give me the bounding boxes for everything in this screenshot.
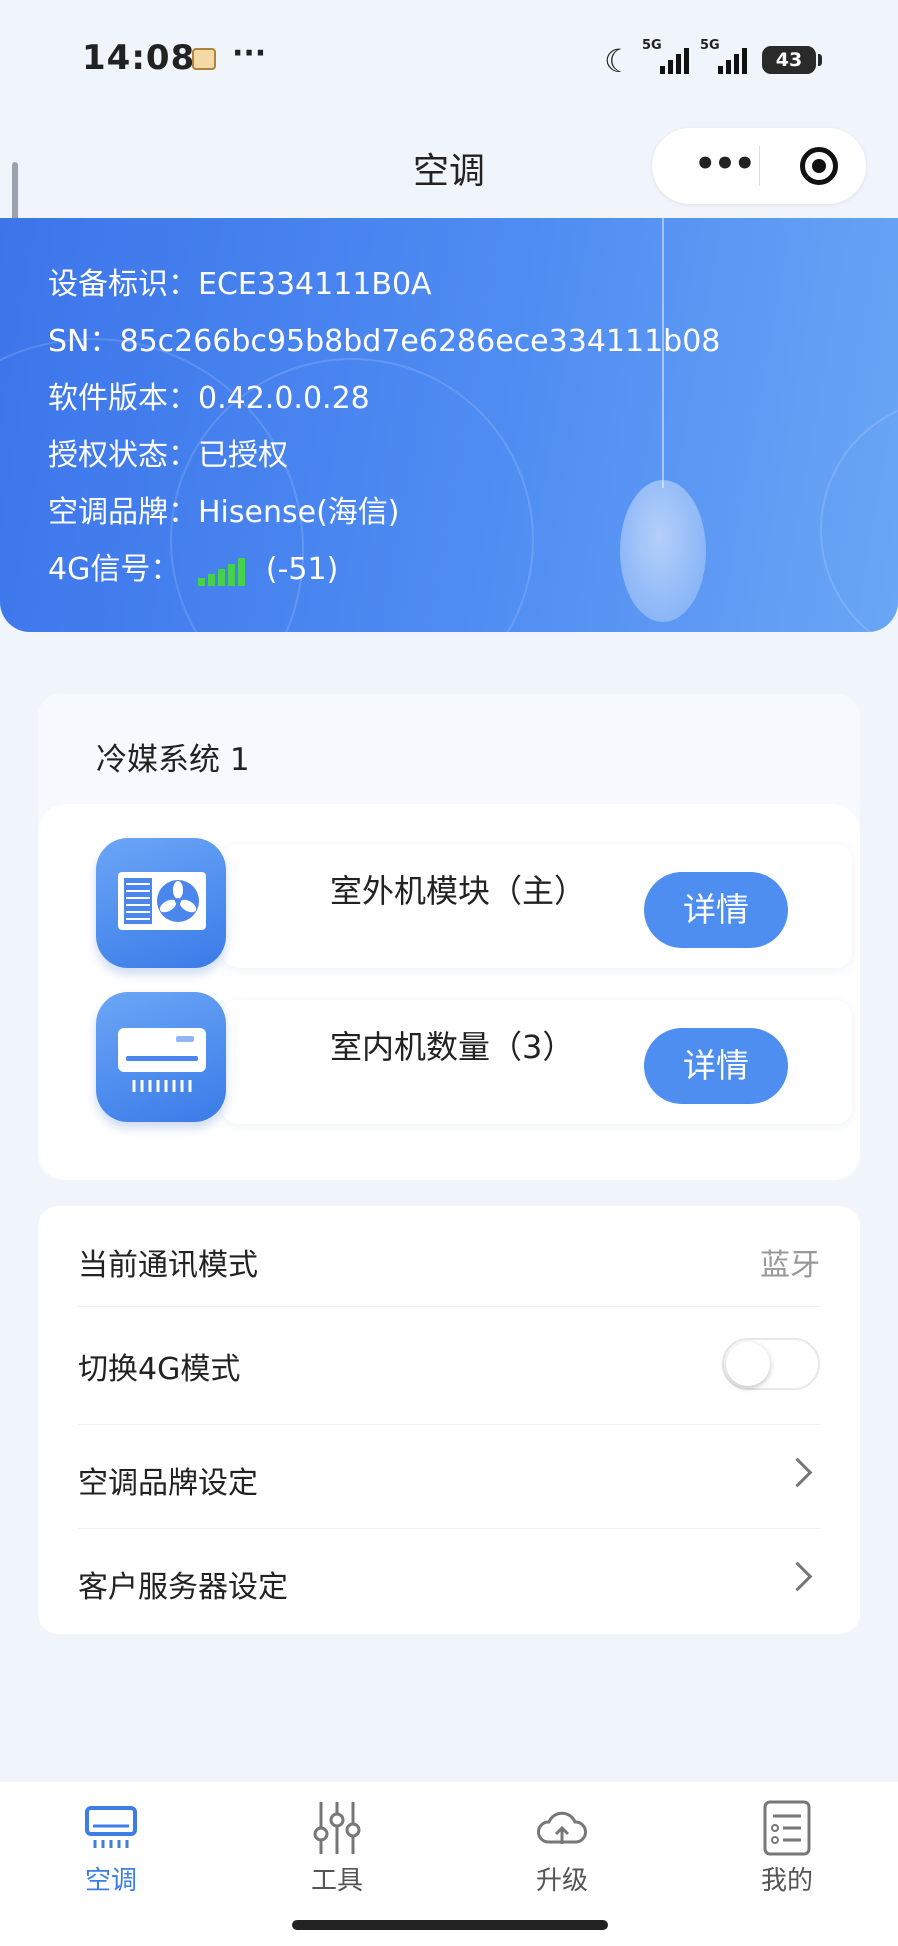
outdoor-unit-label: 室外机模块（主） — [330, 872, 587, 910]
tab-tools[interactable]: 工具 — [277, 1800, 397, 1897]
info-row-device-id: 设备标识：ECE334111B0A — [48, 267, 432, 302]
signal-strength-icon — [197, 556, 254, 586]
info-row-software-version: 软件版本：0.42.0.0.28 — [48, 381, 370, 416]
divider — [78, 1424, 820, 1425]
cellular-signal-icon: 5G — [642, 38, 692, 76]
info-row-auth-status: 授权状态：已授权 — [48, 438, 288, 473]
outdoor-detail-button[interactable]: 详情 — [644, 872, 788, 948]
battery-indicator: 43 — [762, 46, 816, 74]
more-notifications-icon: ··· — [232, 36, 267, 71]
moon-icon: ☾ — [604, 42, 633, 80]
tab-label: 空调 — [84, 1866, 137, 1896]
cellular-signal-icon: 5G — [700, 38, 750, 76]
device-info-list: 设备标识：ECE334111B0A SN：85c266bc95b8bd7e628… — [48, 256, 720, 598]
brand-setting-label: 空调品牌设定 — [78, 1466, 258, 1501]
battery-tip — [818, 54, 822, 66]
nav-bar: 空调 ••• — [0, 120, 898, 220]
switch-4g-toggle[interactable] — [722, 1338, 820, 1390]
server-setting-label: 客户服务器设定 — [78, 1570, 288, 1605]
setting-comm-mode: 当前通讯模式 蓝牙 — [78, 1240, 820, 1284]
setting-brand[interactable]: 空调品牌设定 — [78, 1457, 820, 1502]
chevron-right-icon — [782, 1457, 813, 1488]
air-conditioner-icon — [81, 1800, 141, 1856]
setting-switch-4g: 切换4G模式 — [78, 1338, 820, 1390]
divider — [78, 1306, 820, 1307]
tab-upgrade[interactable]: 升级 — [502, 1800, 622, 1897]
close-target-icon[interactable] — [800, 147, 838, 185]
tab-label: 我的 — [760, 1866, 813, 1896]
chevron-right-icon — [782, 1561, 813, 1592]
more-menu-icon[interactable]: ••• — [686, 136, 762, 196]
setting-server[interactable]: 客户服务器设定 — [78, 1561, 820, 1606]
cloud-upload-icon — [532, 1800, 592, 1856]
mini-program-capsule: ••• — [652, 128, 866, 204]
info-row-sn: SN：85c266bc95b8bd7e6286ece334111b08 — [48, 324, 721, 359]
settings-card: 当前通讯模式 蓝牙 切换4G模式 空调品牌设定 客户服务器设定 — [38, 1206, 860, 1634]
capsule-divider — [759, 146, 760, 186]
comm-mode-value: 蓝牙 — [760, 1248, 820, 1283]
outdoor-unit-icon — [96, 838, 226, 968]
tab-label: 升级 — [535, 1866, 588, 1896]
switch-4g-label: 切换4G模式 — [78, 1352, 241, 1387]
info-row-brand: 空调品牌：Hisense(海信) — [48, 495, 400, 530]
unit-list: 室外机模块（主） 详情 室内机数量（3） 详情 — [38, 804, 860, 1180]
status-time: 14:08 — [82, 38, 196, 78]
refrigerant-system-card: 冷媒系统 1 室外机模块（主） 详情 室内机数量（3） 详情 — [38, 694, 860, 1180]
tab-mine[interactable]: 我的 — [727, 1800, 847, 1897]
indoor-detail-button[interactable]: 详情 — [644, 1028, 788, 1104]
video-notification-icon — [192, 48, 216, 70]
indoor-unit-label: 室内机数量（3） — [330, 1028, 575, 1066]
comm-mode-label: 当前通讯模式 — [78, 1248, 258, 1283]
status-bar: 14:08 ··· ☾ 5G 5G 43 — [0, 0, 898, 120]
indoor-unit-icon — [96, 992, 226, 1122]
tab-label: 工具 — [310, 1866, 363, 1896]
toggle-knob — [726, 1342, 770, 1386]
refrigerant-system-title: 冷媒系统 1 — [96, 742, 250, 778]
divider — [78, 1528, 820, 1529]
tab-air-conditioner[interactable]: 空调 — [51, 1800, 171, 1897]
decor-ring — [820, 398, 898, 632]
sliders-icon — [307, 1800, 367, 1856]
profile-list-icon — [757, 1800, 817, 1856]
home-indicator[interactable] — [292, 1920, 608, 1930]
info-row-4g-signal: 4G信号： (-51) — [48, 552, 339, 587]
device-info-banner: 设备标识：ECE334111B0A SN：85c266bc95b8bd7e628… — [0, 218, 898, 632]
